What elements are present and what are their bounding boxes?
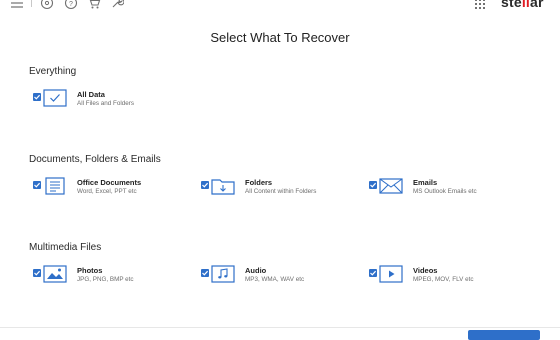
menu-icon[interactable]: [10, 0, 24, 10]
svg-text:?: ?: [69, 1, 73, 8]
option-description: All Files and Folders: [77, 100, 135, 107]
play-icon: [379, 265, 403, 283]
image-icon: [43, 265, 67, 283]
section-title-multimedia: Multimedia Files: [29, 242, 102, 253]
section-title-everything: Everything: [29, 66, 77, 77]
checkbox[interactable]: [369, 269, 377, 277]
page-title: Select What To Recover: [210, 30, 350, 45]
option-description: JPG, PNG, BMP etc: [77, 276, 134, 283]
wrench-icon[interactable]: [110, 0, 124, 10]
checkbox[interactable]: [33, 93, 41, 101]
folder-icon: [211, 177, 235, 195]
option-label: Folders: [245, 178, 273, 187]
option-description: MP3, WMA, WAV etc: [245, 276, 305, 283]
option-videos[interactable]: Videos MPEG, MOV, FLV etc: [369, 265, 529, 289]
checkbox[interactable]: [201, 181, 209, 189]
footer-divider: [0, 327, 560, 328]
option-description: MPEG, MOV, FLV etc: [413, 276, 474, 283]
envelope-icon: [379, 177, 403, 195]
option-description: MS Outlook Emails etc: [413, 188, 477, 195]
option-label: Photos: [77, 266, 103, 275]
help-icon[interactable]: ?: [64, 0, 78, 10]
option-photos[interactable]: Photos JPG, PNG, BMP etc: [33, 265, 193, 289]
top-toolbar: ? stellar: [0, 0, 560, 14]
option-label: All Data: [77, 90, 105, 99]
option-label: Emails: [413, 178, 438, 187]
option-folders[interactable]: Folders All Content within Folders: [201, 177, 361, 201]
checkbox[interactable]: [201, 269, 209, 277]
scan-button[interactable]: [468, 330, 540, 340]
brand-logo: stellar: [501, 0, 544, 10]
checkbox[interactable]: [33, 181, 41, 189]
option-audio[interactable]: Audio MP3, WMA, WAV etc: [201, 265, 361, 289]
checkbox[interactable]: [369, 181, 377, 189]
check-square-icon: [43, 89, 67, 107]
option-all-data[interactable]: All Data All Files and Folders: [33, 89, 183, 113]
option-office-documents[interactable]: Office Documents Word, Excel, PPT etc: [33, 177, 193, 201]
toolbar-separator: [31, 0, 32, 7]
music-note-icon: [211, 265, 235, 283]
checkbox[interactable]: [33, 269, 41, 277]
option-label: Audio: [245, 266, 267, 275]
cart-icon[interactable]: [87, 0, 101, 10]
option-emails[interactable]: Emails MS Outlook Emails etc: [369, 177, 529, 201]
document-icon: [43, 177, 67, 195]
option-label: Videos: [413, 266, 438, 275]
apps-grid-icon[interactable]: [475, 0, 485, 9]
option-label: Office Documents: [77, 178, 142, 187]
option-description: Word, Excel, PPT etc: [77, 188, 137, 195]
disc-icon[interactable]: [40, 0, 54, 10]
option-description: All Content within Folders: [245, 188, 317, 195]
section-title-documents: Documents, Folders & Emails: [29, 154, 161, 165]
